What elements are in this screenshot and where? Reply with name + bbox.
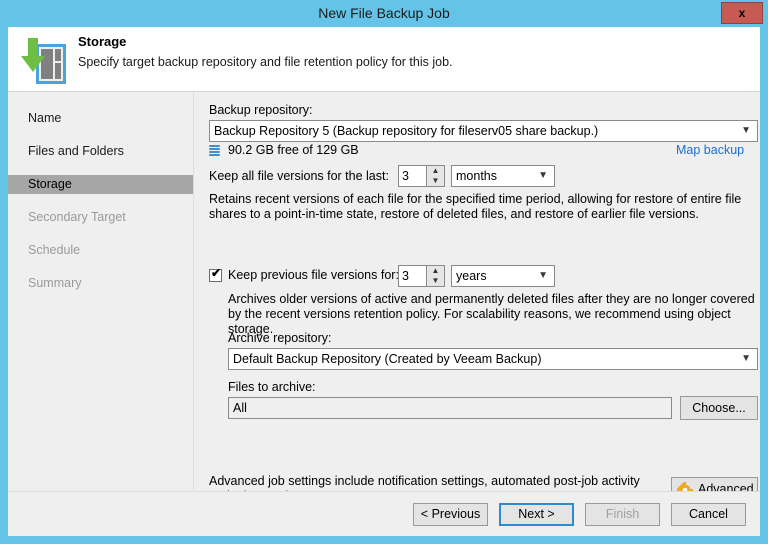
files-to-archive-label: Files to archive: [228, 380, 316, 394]
check-icon: ✔ [211, 266, 222, 280]
next-button[interactable]: Next > [499, 503, 574, 526]
archive-repository-label: Archive repository: [228, 331, 332, 345]
page-title: Storage [78, 34, 127, 49]
map-backup-link[interactable]: Map backup [676, 143, 744, 157]
storage-repository-icon [14, 32, 70, 88]
keep-all-versions-unit-select[interactable]: months ▼ [451, 165, 555, 187]
dialog-footer: < Previous Next > Finish Cancel [8, 491, 760, 536]
page-subtitle: Specify target backup repository and fil… [78, 55, 453, 69]
choose-button[interactable]: Choose... [680, 396, 758, 420]
sidebar-item-name[interactable]: Name [8, 109, 193, 128]
keep-previous-versions-spin-buttons[interactable]: ▲ ▼ [426, 266, 444, 286]
keep-all-versions-spin-buttons[interactable]: ▲ ▼ [426, 166, 444, 186]
dialog-body: Storage Specify target backup repository… [8, 27, 760, 536]
title-bar: New File Backup Job x [0, 0, 768, 27]
sidebar-item-files-and-folders[interactable]: Files and Folders [8, 142, 193, 161]
finish-button: Finish [585, 503, 660, 526]
window-title: New File Backup Job [318, 5, 450, 21]
spin-down-icon[interactable]: ▼ [427, 176, 444, 186]
sidebar-item-schedule: Schedule [28, 243, 81, 257]
keep-all-versions-stepper[interactable]: 3 ▲ ▼ [398, 165, 445, 187]
dialog-window: New File Backup Job x Storage Specify ta… [0, 0, 768, 544]
keep-previous-versions-label: Keep previous file versions for: [228, 268, 399, 282]
files-to-archive-input[interactable]: All [228, 397, 672, 419]
chevron-down-icon: ▼ [741, 353, 751, 364]
keep-all-versions-description: Retains recent versions of each file for… [209, 192, 742, 221]
spin-up-icon[interactable]: ▲ [427, 166, 444, 176]
backup-repository-label: Backup repository: [209, 103, 313, 117]
wizard-step-list: Name Files and Folders Storage Secondary… [8, 92, 194, 490]
keep-all-versions-value[interactable]: 3 [399, 166, 426, 186]
spin-up-icon[interactable]: ▲ [427, 266, 444, 276]
storage-settings-pane: Backup repository: Backup Repository 5 (… [195, 92, 760, 503]
keep-all-versions-unit: months [456, 169, 497, 183]
sidebar-item-storage[interactable]: Storage [8, 175, 193, 194]
backup-repository-value: Backup Repository 5 (Backup repository f… [214, 124, 599, 138]
keep-all-versions-label: Keep all file versions for the last: [209, 169, 389, 183]
previous-button[interactable]: < Previous [413, 503, 488, 526]
chevron-down-icon: ▼ [741, 125, 751, 136]
wizard-header: Storage Specify target backup repository… [8, 27, 760, 92]
keep-previous-versions-unit: years [456, 269, 487, 283]
archive-repository-select[interactable]: Default Backup Repository (Created by Ve… [228, 348, 758, 370]
keep-previous-versions-value[interactable]: 3 [399, 266, 426, 286]
backup-repository-select[interactable]: Backup Repository 5 (Backup repository f… [209, 120, 758, 142]
keep-previous-versions-unit-select[interactable]: years ▼ [451, 265, 555, 287]
chevron-down-icon: ▼ [538, 270, 548, 281]
chevron-down-icon: ▼ [538, 170, 548, 181]
archive-repository-value: Default Backup Repository (Created by Ve… [233, 352, 542, 366]
sidebar-item-secondary-target: Secondary Target [28, 210, 126, 224]
repository-free-space: 90.2 GB free of 129 GB [228, 143, 359, 157]
spin-down-icon[interactable]: ▼ [427, 276, 444, 286]
keep-previous-versions-checkbox[interactable]: ✔ [209, 266, 222, 282]
close-icon[interactable]: x [721, 2, 763, 24]
cancel-button[interactable]: Cancel [671, 503, 746, 526]
repository-stack-icon [209, 145, 220, 159]
keep-previous-versions-stepper[interactable]: 3 ▲ ▼ [398, 265, 445, 287]
sidebar-item-summary: Summary [28, 276, 82, 290]
